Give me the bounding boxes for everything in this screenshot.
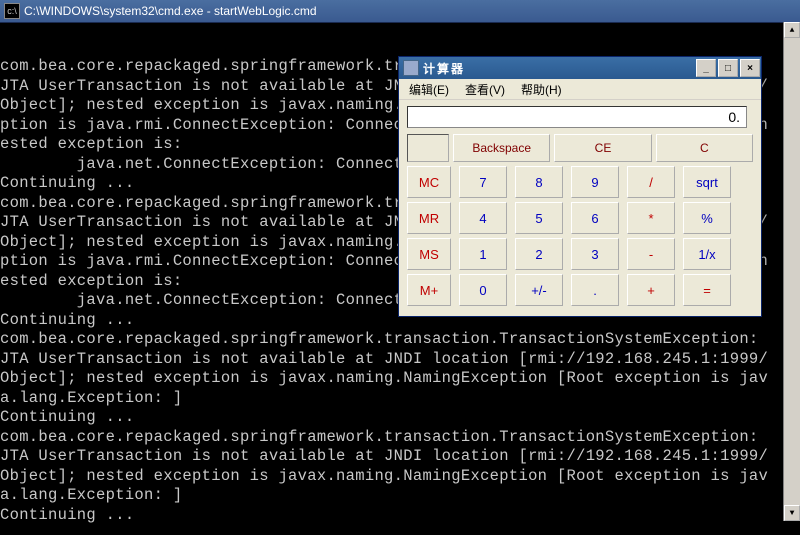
cmd-title: C:\WINDOWS\system32\cmd.exe - startWebLo… (24, 4, 317, 18)
cmd-icon: c:\ (4, 3, 20, 19)
subtract-button[interactable]: - (627, 238, 675, 270)
calc-display: 0. (407, 106, 747, 128)
menu-help[interactable]: 帮助(H) (515, 79, 568, 100)
digit-4-button[interactable]: 4 (459, 202, 507, 234)
calculator-icon (403, 60, 419, 76)
c-button[interactable]: C (656, 134, 753, 162)
multiply-button[interactable]: * (627, 202, 675, 234)
calc-menubar: 编辑(E) 查看(V) 帮助(H) (399, 79, 761, 100)
digit-5-button[interactable]: 5 (515, 202, 563, 234)
digit-0-button[interactable]: 0 (459, 274, 507, 306)
scroll-up-button[interactable]: ▲ (784, 22, 800, 38)
cmd-titlebar[interactable]: c:\ C:\WINDOWS\system32\cmd.exe - startW… (0, 0, 800, 23)
calc-title: 计算器 (423, 60, 695, 77)
divide-button[interactable]: / (627, 166, 675, 198)
percent-button[interactable]: % (683, 202, 731, 234)
close-button[interactable]: × (740, 59, 760, 77)
reciprocal-button[interactable]: 1/x (683, 238, 731, 270)
cmd-scrollbar[interactable]: ▲ ▼ (783, 22, 800, 521)
calculator-window[interactable]: 计算器 _ □ × 编辑(E) 查看(V) 帮助(H) 0. Backspace… (398, 56, 762, 317)
digit-3-button[interactable]: 3 (571, 238, 619, 270)
digit-8-button[interactable]: 8 (515, 166, 563, 198)
calc-titlebar[interactable]: 计算器 _ □ × (399, 57, 761, 79)
menu-edit[interactable]: 编辑(E) (403, 79, 455, 100)
digit-6-button[interactable]: 6 (571, 202, 619, 234)
add-button[interactable]: + (627, 274, 675, 306)
memory-indicator (407, 134, 449, 162)
mr-button[interactable]: MR (407, 202, 451, 234)
equals-button[interactable]: = (683, 274, 731, 306)
ce-button[interactable]: CE (554, 134, 651, 162)
calc-body: 0. Backspace CE C MC 7 8 9 / sqrt MR 4 5… (399, 100, 761, 316)
decimal-button[interactable]: . (571, 274, 619, 306)
digit-2-button[interactable]: 2 (515, 238, 563, 270)
mplus-button[interactable]: M+ (407, 274, 451, 306)
digit-1-button[interactable]: 1 (459, 238, 507, 270)
sqrt-button[interactable]: sqrt (683, 166, 731, 198)
mc-button[interactable]: MC (407, 166, 451, 198)
digit-7-button[interactable]: 7 (459, 166, 507, 198)
ms-button[interactable]: MS (407, 238, 451, 270)
digit-9-button[interactable]: 9 (571, 166, 619, 198)
plusminus-button[interactable]: +/- (515, 274, 563, 306)
menu-view[interactable]: 查看(V) (459, 79, 511, 100)
scroll-down-button[interactable]: ▼ (784, 505, 800, 521)
minimize-button[interactable]: _ (696, 59, 716, 77)
maximize-button[interactable]: □ (718, 59, 738, 77)
backspace-button[interactable]: Backspace (453, 134, 550, 162)
